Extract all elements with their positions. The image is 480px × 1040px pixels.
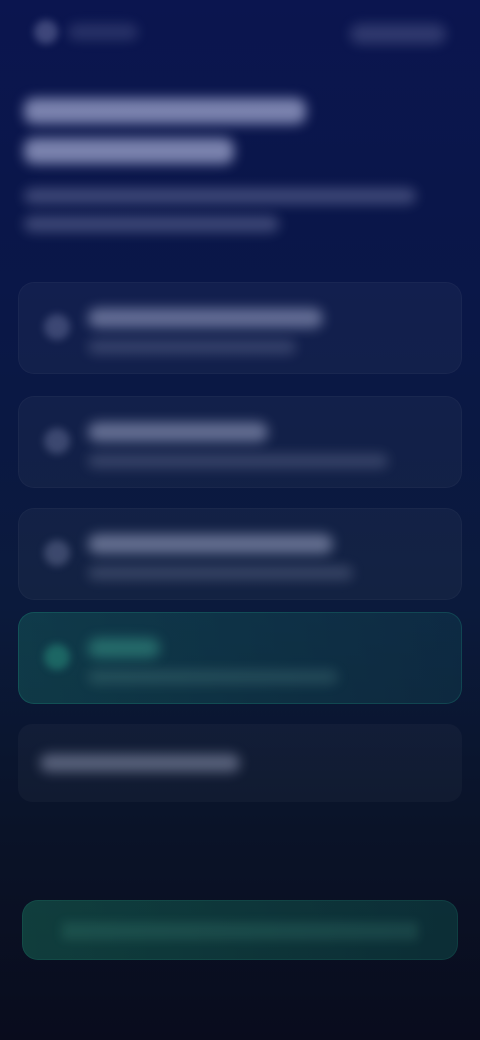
option-2-subtitle-placeholder — [88, 454, 388, 468]
page-subtitle-line-1 — [24, 188, 416, 204]
option-4-subtitle — [88, 670, 89, 671]
brand-logo-icon — [34, 20, 58, 44]
option-4-title — [88, 638, 89, 639]
option-1-icon — [44, 314, 70, 340]
option-3-subtitle-placeholder — [88, 566, 353, 580]
secondary-row[interactable] — [18, 724, 462, 802]
option-3-subtitle — [88, 566, 89, 567]
option-3-title — [88, 534, 89, 535]
option-4-subtitle-placeholder — [88, 670, 338, 684]
option-1-subtitle — [88, 340, 89, 341]
brand-text-placeholder — [68, 24, 138, 40]
option-2-title — [88, 422, 89, 423]
page-title-line-2 — [24, 138, 234, 164]
option-2-subtitle — [88, 454, 89, 455]
option-1-title-placeholder — [88, 308, 323, 328]
option-card-3[interactable] — [18, 508, 462, 600]
option-card-4-highlight[interactable] — [18, 612, 462, 704]
secondary-row-label-placeholder — [40, 754, 240, 772]
option-4-icon — [44, 644, 70, 670]
page-title-text-1 — [24, 98, 25, 99]
page-title-line-1 — [24, 98, 306, 124]
secondary-row-label — [40, 754, 41, 755]
top-header — [18, 10, 462, 50]
page-subtitle-line-2 — [24, 216, 279, 232]
page-subtitle-text-2 — [24, 216, 25, 217]
option-2-icon — [44, 428, 70, 454]
title-area — [24, 98, 444, 244]
option-3-title-placeholder — [88, 534, 333, 554]
option-card-1[interactable] — [18, 282, 462, 374]
option-1-subtitle-placeholder — [88, 340, 296, 354]
primary-action-button[interactable] — [22, 900, 458, 960]
primary-action-label — [62, 922, 63, 923]
brand[interactable] — [34, 20, 138, 44]
option-4-title-placeholder — [88, 638, 160, 658]
option-3-icon — [44, 540, 70, 566]
page-title-text-2 — [24, 138, 25, 139]
page-subtitle-text-1 — [24, 188, 25, 189]
option-2-title-placeholder — [88, 422, 268, 442]
brand-text — [68, 24, 69, 25]
primary-action-label-placeholder — [62, 922, 418, 940]
header-action-label — [350, 24, 351, 25]
option-card-2[interactable] — [18, 396, 462, 488]
header-action-button[interactable] — [350, 24, 446, 44]
option-1-title — [88, 308, 89, 309]
